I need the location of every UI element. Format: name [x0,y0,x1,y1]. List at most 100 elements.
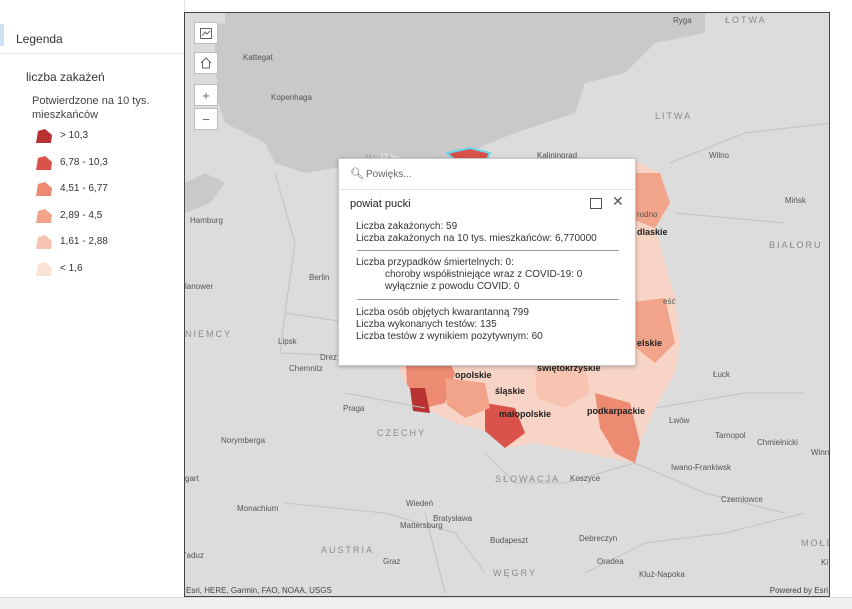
legend-item: < 1,6 [36,261,108,288]
legend-swatch-shape [36,182,52,196]
basemap-gallery-button[interactable] [194,22,218,44]
map-label-koszyce: Koszyce [570,474,601,483]
map-label-kattegat: Kattegat [243,53,273,62]
map-label-czerniowce: Czerniowce [721,495,763,504]
map-label-ki: Ki [821,558,829,567]
zoom-out-button[interactable]: − [194,108,218,130]
legend-item: > 10,3 [36,128,108,155]
legend-swatch [36,261,52,276]
popup-quarantine: Liczba osób objętych kwarantanną 799 [356,307,529,318]
home-icon [200,57,212,69]
map-label-wilno: Wilno [709,151,730,160]
legend-item: 1,61 - 2,88 [36,234,108,261]
map-label-niemcy: NIEMCY [185,329,233,339]
bottom-bar [0,597,852,609]
map-label-austria: AUSTRIA [321,545,375,555]
popup-cases-per-10k: Liczba zakażonych na 10 tys. mieszkańców… [356,233,597,244]
legend-swatch-shape [36,261,52,276]
map-label-grodno: rodno [637,210,658,219]
popup-divider [357,250,619,251]
map-label-wieden: Wiedeń [406,499,434,508]
map-label-slaskie: śląskie [495,386,526,396]
bottom-divider [0,597,852,598]
legend-swatch [36,208,52,223]
legend-item: 2,89 - 4,5 [36,208,108,235]
close-icon[interactable]: ✕ [612,194,624,208]
map-label-chemnitz: Chemnitz [289,364,323,373]
legend-item-label: 6,78 - 10,3 [60,156,108,168]
legend-swatch-shape [36,129,52,143]
legend-title: Legenda [16,32,63,46]
map-label-brzesc: eść [663,297,676,306]
map-label-litwa: LITWA [655,111,693,121]
legend-panel [0,0,185,597]
map-label-slowacja: SŁOWACJA [495,474,561,484]
popup-title: powiat pucki [350,198,411,210]
legend-swatch-shape [36,155,52,170]
map-label-luck: Łuck [713,370,730,379]
map-label-gart: gart [185,474,199,483]
legend-swatch-shape [36,208,52,223]
powered-by-esri[interactable]: Powered by Esri [770,586,828,595]
legend-divider [0,53,184,54]
legend-item-label: 4,51 - 6,77 [60,183,108,194]
map-label-debreczyn: Debreczyn [579,534,618,543]
map-label-budapeszt: Budapeszt [490,536,528,545]
map-label-lipsk: Lipsk [278,337,297,346]
zoom-in-button[interactable]: + [194,84,218,106]
map-label-malopolskie: małopolskie [499,409,552,419]
map-label-norymberga: Norymberga [221,436,266,445]
legend-item: 6,78 - 10,3 [36,155,108,182]
map-label-kluz: Kluż-Napoka [639,570,685,579]
map-label-bratyslawa: Bratysława [433,514,473,523]
legend-item-label: < 1,6 [60,262,83,274]
legend-items: > 10,3 6,78 - 10,3 4,51 - 6,77 2,89 - 4,… [36,128,108,287]
basemap-icon-peaks [201,30,211,36]
legend-swatch [36,129,52,143]
map-label-winnica: Winn [811,448,830,457]
popup-search-bar: 🔍︎ [339,159,635,190]
map-label-podlaskie: dlaskie [637,227,668,237]
map-label-berlin: Berlin [309,273,330,282]
legend-item-label: 2,89 - 4,5 [60,209,103,221]
legend-swatch [36,235,52,249]
map-label-kopenhaga: Kopenhaga [271,93,312,102]
legend-swatch-shape [36,235,52,249]
feature-popup: 🔍︎ powiat pucki ✕ Liczba zakażonych: 59 … [338,158,636,366]
map-label-oradea: Oradea [597,557,624,566]
popup-deaths-covid-only: wyłącznie z powodu COVID: 0 [385,281,520,292]
map-label-lwow: Lwów [669,416,690,425]
popup-positive-tests: Liczba testów z wynikiem pozytywnym: 60 [356,331,543,342]
popup-deaths: Liczba przypadków śmiertelnych: 0: [356,257,514,268]
map-label-monachium: Monachium [237,504,279,513]
map-label-graz: Graz [383,557,401,566]
map-label-czechy: CZECHY [377,428,427,438]
popup-tests: Liczba wykonanych testów: 135 [356,319,497,330]
north-sea [185,173,225,213]
map-attribution: Esri, HERE, Garmin, FAO, NOAA, USGS [186,586,332,595]
map-label-padwa: 'aduz [185,551,204,560]
map-label-opolskie: opolskie [455,370,492,380]
home-button[interactable] [194,52,218,74]
map-label-wegry: WĘGRY [493,568,537,578]
map-label-ryga: Ryga [673,16,692,25]
popup-cases: Liczba zakażonych: 59 [356,221,458,232]
map-label-minsk: Mińsk [785,196,806,205]
map-label-lubelskie: elskie [637,338,663,348]
legend-swatch [36,182,52,196]
popup-deaths-comorbid: choroby współistniejące wraz z COVID-19:… [385,269,583,280]
legend-swatch [36,155,52,170]
basemap-icon [200,27,212,39]
popup-divider [357,299,619,300]
map-label-praga: Praga [343,404,365,413]
map-label-chmielnicki: Chmielnicki [757,438,798,447]
map-label-moldawia: MOŁDA [801,538,829,548]
popup-search-input[interactable] [366,166,616,182]
map-label-podkarpackie: podkarpackie [587,406,646,416]
maximize-icon[interactable] [590,198,602,209]
legend-item-label: > 10,3 [60,130,89,141]
map-label-hanower: lanower [185,282,214,291]
map-label-lotwa: ŁOTWA [725,15,767,25]
legend-field-label: Potwierdzone na 10 tys. mieszkańców [32,95,150,121]
home-icon-house [200,57,212,69]
